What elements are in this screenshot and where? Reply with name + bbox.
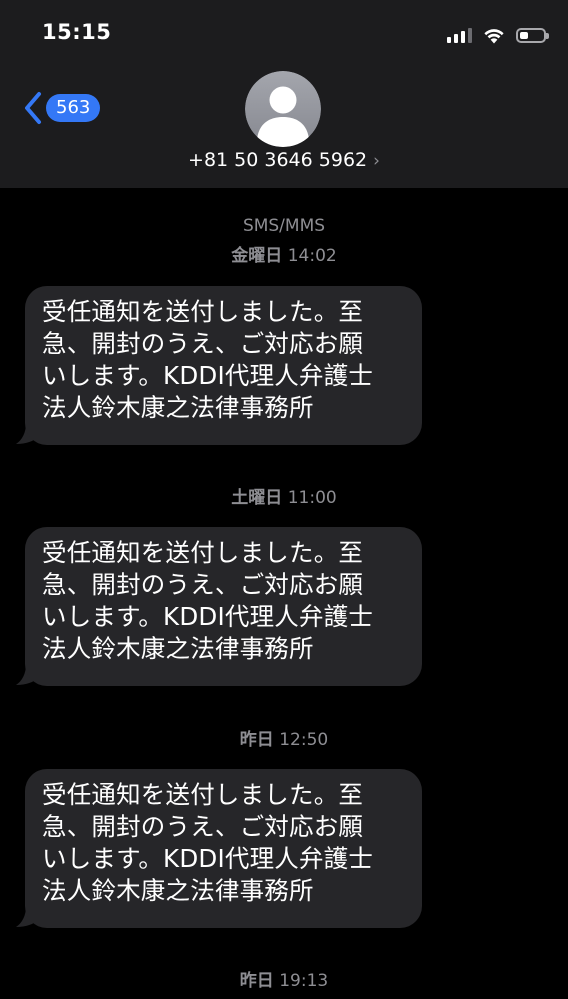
timestamp-time: 11:00 <box>287 488 337 508</box>
message-timestamp: 昨日 19:13 <box>0 966 568 991</box>
person-silhouette-icon <box>245 71 321 147</box>
messages-screen: 15:15 563 +81 50 3646 5962 › SMS/MMS 金曜日… <box>0 0 568 999</box>
timestamp-time: 14:02 <box>287 246 337 266</box>
wifi-icon <box>484 29 504 44</box>
contact-avatar[interactable] <box>245 71 321 147</box>
incoming-message-bubble[interactable]: 受任通知を送付しました。至 急、開封のうえ、ご対応お願 いします。KDDI代理人… <box>25 286 422 445</box>
battery-icon <box>516 27 549 43</box>
contact-number-button[interactable]: +81 50 3646 5962 › <box>0 149 568 171</box>
incoming-message-bubble[interactable]: 受任通知を送付しました。至 急、開封のうえ、ご対応お願 いします。KDDI代理人… <box>25 769 422 928</box>
incoming-message-bubble[interactable]: 受任通知を送付しました。至 急、開封のうえ、ご対応お願 いします。KDDI代理人… <box>25 527 422 686</box>
chevron-right-icon: › <box>373 151 380 171</box>
message-timestamp: 金曜日 14:02 <box>0 241 568 266</box>
contact-number: +81 50 3646 5962 <box>188 149 368 171</box>
service-label: SMS/MMS <box>242 216 326 236</box>
timestamp-day: 昨日 <box>239 971 274 991</box>
timestamp-time: 12:50 <box>279 730 329 750</box>
signal-icon <box>447 27 472 43</box>
status-time: 15:15 <box>42 20 112 44</box>
timestamp-time: 19:13 <box>279 971 329 991</box>
message-timestamp: 昨日 12:50 <box>0 725 568 750</box>
timestamp-day: 昨日 <box>239 730 274 750</box>
conversation-header: 15:15 563 +81 50 3646 5962 › <box>0 0 568 188</box>
timestamp-day: 土曜日 <box>231 488 283 508</box>
battery-level-fill <box>520 31 528 39</box>
unread-count-badge: 563 <box>46 94 101 122</box>
timestamp-day: 金曜日 <box>231 246 283 266</box>
message-timestamp: 土曜日 11:00 <box>0 483 568 508</box>
back-chevron-icon <box>25 92 41 124</box>
back-button[interactable]: 563 <box>22 90 101 126</box>
status-icons <box>447 24 549 46</box>
